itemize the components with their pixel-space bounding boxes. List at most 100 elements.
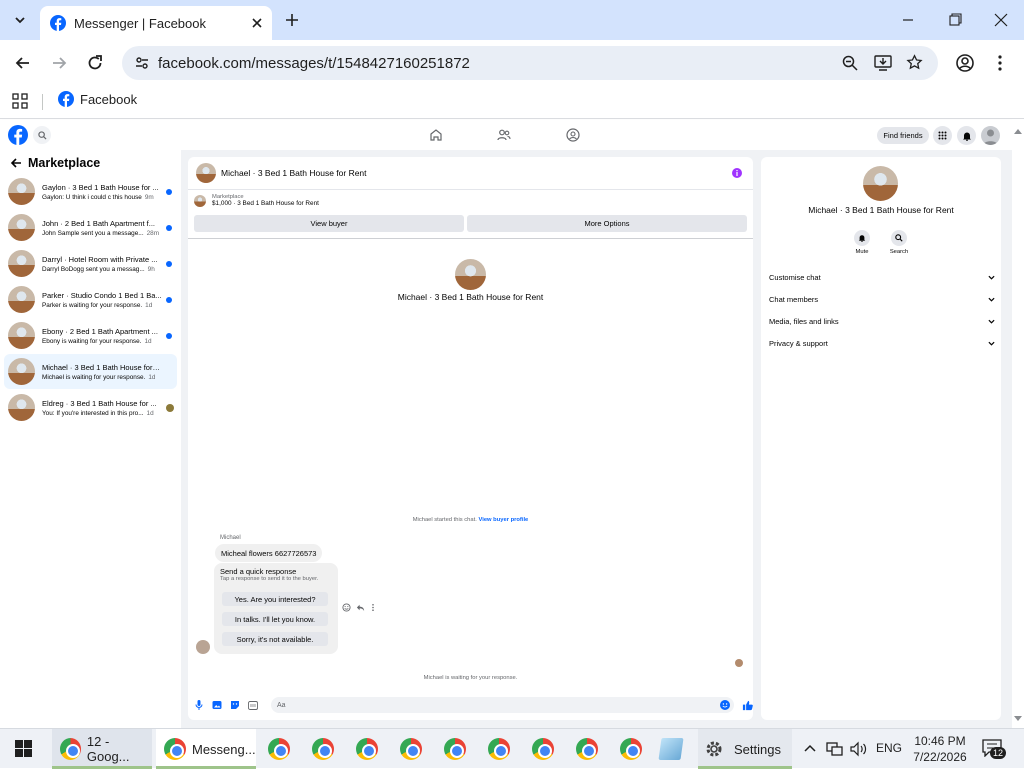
conversation-item[interactable]: Ebony · 2 Bed 1 Bath Apartment ... Ebony … — [4, 318, 177, 353]
find-friends-button[interactable]: Find friends — [877, 127, 929, 144]
back-button[interactable] — [13, 53, 33, 73]
chrome-icon[interactable] — [488, 738, 510, 760]
mute-label: Mute — [855, 249, 869, 255]
listing-summary[interactable]: Marketplace $1,000 · 3 Bed 1 Bath House … — [194, 194, 319, 207]
start-button[interactable] — [15, 740, 32, 757]
conversation-item[interactable]: Gaylon · 3 Bed 1 Bath House for ... Gaylo… — [4, 174, 177, 209]
minimize-button[interactable] — [898, 12, 918, 28]
view-buyer-profile-link[interactable]: View buyer profile — [478, 517, 528, 523]
apps-button[interactable] — [12, 93, 28, 109]
notifications-button[interactable] — [957, 126, 976, 145]
browser-menu-button[interactable] — [992, 53, 1008, 73]
taskbar-settings[interactable]: Settings — [698, 729, 792, 769]
bookmark-facebook[interactable]: Facebook — [58, 91, 137, 107]
volume-button[interactable] — [850, 741, 868, 757]
chrome-icon[interactable] — [356, 738, 378, 760]
quick-response-in-talks[interactable]: In talks. I'll let you know. — [222, 612, 328, 626]
tray-overflow-button[interactable] — [803, 742, 817, 756]
chrome-icon[interactable] — [444, 738, 466, 760]
message-input[interactable]: Aa — [270, 697, 735, 713]
notification-center-button[interactable]: 12 — [982, 739, 1007, 759]
site-info-icon[interactable] — [134, 55, 150, 71]
intro-avatar[interactable] — [455, 259, 486, 290]
chrome-icon[interactable] — [268, 738, 290, 760]
conversation-item[interactable]: Michael · 3 Bed 1 Bath House for R... Mic… — [4, 354, 177, 389]
gif-icon[interactable] — [248, 700, 258, 710]
chrome-icon[interactable] — [400, 738, 422, 760]
details-section-row[interactable]: Customise chat — [769, 270, 995, 284]
install-app-icon[interactable] — [874, 55, 892, 71]
facebook-search-button[interactable] — [33, 126, 51, 144]
taskbar-app-label: 12 - Goog... — [86, 734, 130, 764]
thumbs-up-icon[interactable] — [742, 700, 753, 711]
microphone-icon[interactable] — [195, 700, 203, 710]
close-window-button[interactable] — [991, 12, 1011, 28]
account-avatar[interactable] — [981, 126, 1000, 145]
emoji-icon[interactable] — [720, 700, 731, 710]
conversation-title: Darryl · Hotel Room with Private ... — [42, 254, 158, 264]
more-actions-icon[interactable] — [370, 603, 376, 612]
nav-friends[interactable] — [497, 128, 511, 142]
chat-header-avatar[interactable] — [196, 163, 216, 183]
chrome-icon[interactable] — [576, 738, 598, 760]
nav-home[interactable] — [429, 128, 443, 142]
chrome-icon[interactable] — [532, 738, 554, 760]
chrome-icon — [164, 738, 186, 760]
search-conversation-button[interactable]: Search — [888, 230, 910, 255]
page-scrollbar[interactable] — [1012, 120, 1024, 728]
notepad-app[interactable] — [658, 738, 684, 760]
more-options-button[interactable]: More Options — [467, 215, 747, 232]
view-buyer-button[interactable]: View buyer — [194, 215, 464, 232]
profile-button[interactable] — [955, 53, 975, 73]
conversation-item[interactable]: John · 2 Bed 1 Bath Apartment f... John S… — [4, 210, 177, 245]
taskbar-chrome-window-2[interactable]: Messeng... — [156, 729, 256, 769]
conversation-info-button[interactable] — [732, 168, 742, 178]
menu-button[interactable] — [933, 126, 952, 145]
read-receipt-avatar — [166, 403, 174, 412]
bookmark-star-icon[interactable] — [906, 54, 923, 71]
conversation-text: John · 2 Bed 1 Bath Apartment f... John S… — [42, 219, 162, 237]
chat-header-title[interactable]: Michael · 3 Bed 1 Bath House for Rent — [221, 168, 367, 178]
close-tab-icon[interactable] — [252, 18, 262, 28]
bookmark-label: Facebook — [80, 91, 138, 107]
new-tab-button[interactable] — [282, 10, 302, 30]
sticker-icon[interactable] — [230, 700, 240, 710]
react-emoji-icon[interactable] — [342, 603, 351, 612]
message-input-placeholder: Aa — [276, 701, 286, 709]
chrome-icon[interactable] — [620, 738, 642, 760]
details-section-row[interactable]: Chat members — [769, 292, 995, 306]
conversation-text: Eldreg · 3 Bed 1 Bath House for ... You: … — [42, 399, 162, 417]
clock[interactable]: 10:46 PM 7/22/2026 — [908, 733, 972, 765]
zoom-icon[interactable] — [842, 55, 858, 71]
conversation-item[interactable]: Parker · Studio Condo 1 Bed 1 Ba... Parke… — [4, 282, 177, 317]
address-bar[interactable]: facebook.com/messages/t/1548427160251872 — [122, 46, 938, 80]
conversation-title: Eldreg · 3 Bed 1 Bath House for ... — [42, 398, 157, 408]
sender-avatar[interactable] — [196, 640, 210, 654]
quick-response-yes[interactable]: Yes. Are you interested? — [222, 592, 328, 606]
nav-groups[interactable] — [566, 128, 580, 142]
chrome-icon[interactable] — [312, 738, 334, 760]
taskbar-chrome-window-1[interactable]: 12 - Goog... — [52, 729, 152, 769]
details-section-row[interactable]: Media, files and links — [769, 314, 995, 328]
conversation-item[interactable]: Eldreg · 3 Bed 1 Bath House for ... You: … — [4, 390, 177, 425]
forward-button[interactable] — [49, 53, 69, 73]
facebook-logo[interactable] — [8, 125, 28, 145]
quick-response-unavailable[interactable]: Sorry, it's not available. — [222, 632, 328, 646]
reply-icon[interactable] — [356, 603, 365, 612]
details-avatar[interactable] — [863, 166, 898, 201]
back-to-marketplace-button[interactable]: Marketplace — [10, 156, 100, 170]
mute-button[interactable]: Mute — [853, 230, 871, 255]
reload-button[interactable] — [85, 53, 105, 73]
photo-icon[interactable] — [212, 700, 222, 710]
browser-tab-messenger[interactable]: Messenger | Facebook — [40, 6, 272, 40]
restore-button[interactable] — [945, 12, 965, 28]
message-bubble[interactable]: Micheal flowers 6627726573 — [215, 544, 323, 562]
tab-search-button[interactable] — [8, 8, 32, 32]
apps-grid-icon — [12, 93, 28, 109]
conversation-preview-row: Gaylon: U think i could c this house 9m — [42, 194, 162, 201]
language-indicator[interactable]: ENG — [876, 741, 902, 755]
chevron-down-icon — [988, 341, 995, 346]
details-section-row[interactable]: Privacy & support — [769, 336, 995, 350]
conversation-item[interactable]: Darryl · Hotel Room with Private ... Darr… — [4, 246, 177, 281]
network-button[interactable] — [826, 741, 844, 757]
